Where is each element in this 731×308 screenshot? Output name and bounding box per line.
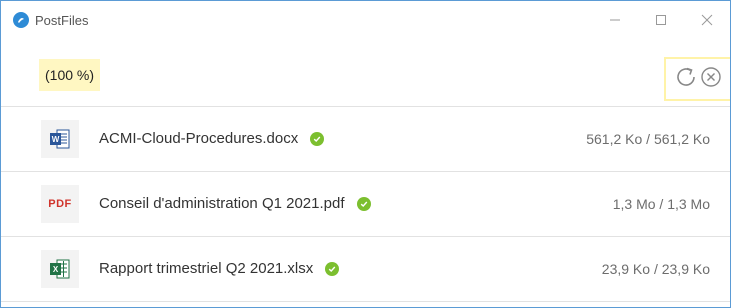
file-row[interactable]: W ACMI-Cloud-Procedures.docx 561,2 Ko / … (1, 107, 730, 172)
svg-text:X: X (53, 265, 59, 274)
window-controls (592, 1, 730, 39)
refresh-icon[interactable] (674, 65, 698, 94)
title-bar[interactable]: PostFiles (1, 1, 730, 39)
pdf-file-icon: PDF (41, 185, 79, 223)
transfer-actions (664, 57, 730, 101)
transfer-toolbar: (100 %) (1, 39, 730, 107)
excel-file-icon: X (41, 250, 79, 288)
postfiles-logo-icon (13, 12, 29, 28)
file-name: ACMI-Cloud-Procedures.docx (99, 130, 299, 147)
svg-text:W: W (52, 135, 60, 144)
checkmark-icon (310, 132, 325, 146)
file-size: 23,9 Ko / 23,9 Ko (601, 261, 710, 277)
checkmark-icon (325, 262, 340, 276)
word-file-icon: W (41, 120, 79, 158)
checkmark-icon (356, 197, 371, 211)
pdf-icon-label: PDF (48, 198, 72, 210)
file-name-container: Conseil d'administration Q1 2021.pdf (99, 172, 371, 236)
file-name-container: ACMI-Cloud-Procedures.docx (99, 107, 325, 171)
file-name-container: Rapport trimestriel Q2 2021.xlsx (99, 237, 340, 301)
progress-percentage: (100 %) (39, 59, 101, 91)
cancel-icon[interactable] (700, 66, 722, 93)
file-size: 1,3 Mo / 1,3 Mo (612, 196, 710, 212)
file-size: 561,2 Ko / 561,2 Ko (586, 131, 710, 147)
file-name: Rapport trimestriel Q2 2021.xlsx (99, 260, 314, 277)
app-window: PostFiles (100 %) W ACMI-Cloud-Procedure… (0, 0, 731, 308)
file-row[interactable]: X Rapport trimestriel Q2 2021.xlsx 23,9 … (1, 237, 730, 302)
close-button[interactable] (684, 1, 730, 39)
file-row[interactable]: PDF Conseil d'administration Q1 2021.pdf… (1, 172, 730, 237)
file-name: Conseil d'administration Q1 2021.pdf (99, 195, 345, 212)
file-list: W ACMI-Cloud-Procedures.docx 561,2 Ko / … (1, 107, 730, 302)
window-title: PostFiles (35, 12, 89, 28)
minimize-button[interactable] (592, 1, 638, 39)
maximize-button[interactable] (638, 1, 684, 39)
